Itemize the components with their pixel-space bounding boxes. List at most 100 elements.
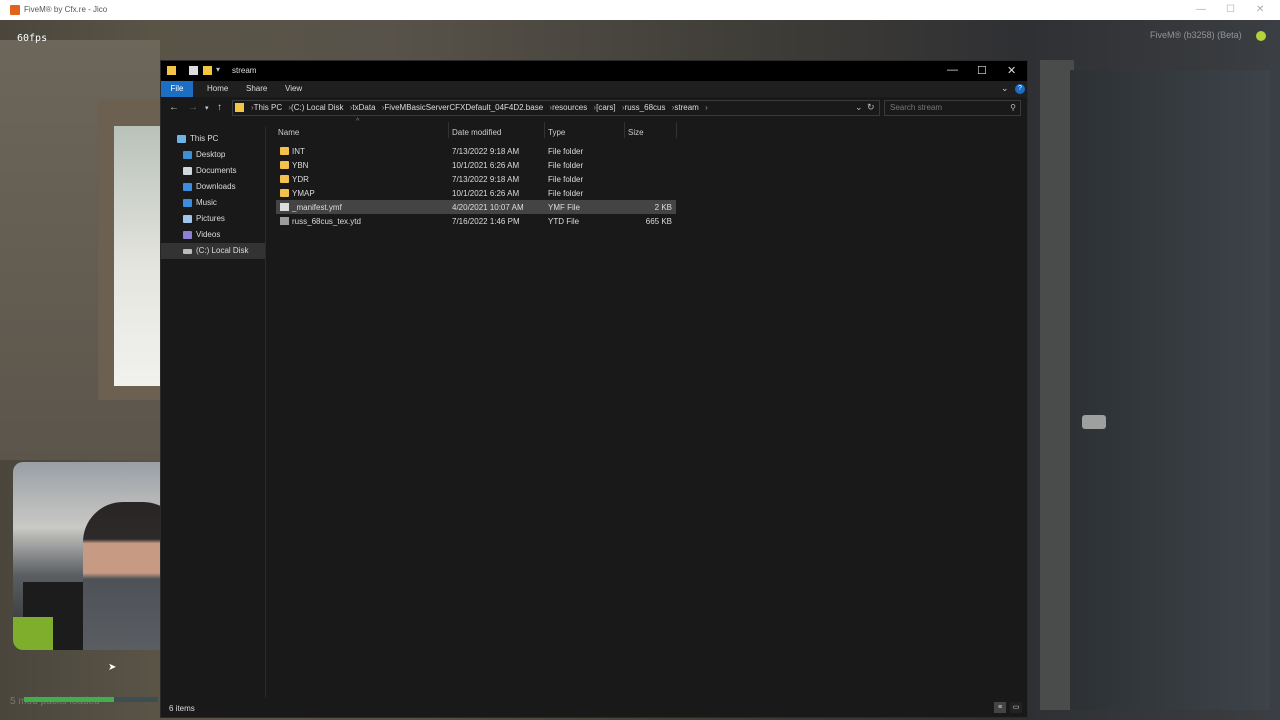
- sidebar-item-label: This PC: [190, 134, 219, 143]
- large-icons-view-button[interactable]: ▭: [1010, 702, 1022, 713]
- properties-icon[interactable]: [189, 66, 198, 75]
- expand-ribbon-chevron-icon[interactable]: ⌄: [1001, 83, 1009, 94]
- search-icon[interactable]: ⚲: [1010, 103, 1016, 112]
- folder-icon: [167, 66, 176, 75]
- tab-share[interactable]: Share: [246, 84, 267, 93]
- address-history-dropdown-icon[interactable]: ⌄: [855, 102, 863, 113]
- tab-home[interactable]: Home: [207, 84, 228, 93]
- minimize-button[interactable]: —: [947, 64, 958, 76]
- sidebar-item-videos[interactable]: Videos: [161, 227, 265, 243]
- folder-icon: [280, 189, 289, 197]
- column-header-name[interactable]: Name: [278, 128, 299, 137]
- folder-icon: [280, 161, 289, 169]
- outer-minimize-button[interactable]: —: [1196, 4, 1206, 15]
- address-row: ← → ▾ ↑ ›This PC ›(C:) Local Disk ›txDat…: [161, 98, 1027, 118]
- sidebar-item-downloads[interactable]: Downloads: [161, 179, 265, 195]
- breadcrumb-this-pc[interactable]: This PC: [254, 103, 282, 112]
- sidebar-item-this-pc[interactable]: This PC: [161, 131, 265, 147]
- status-bar: 6 items ≡ ▭: [161, 699, 1027, 717]
- texture-file-icon: [280, 217, 289, 225]
- column-header-type[interactable]: Type: [548, 128, 565, 137]
- drive-icon: [183, 249, 192, 254]
- outer-maximize-button[interactable]: ☐: [1226, 4, 1235, 15]
- column-header-size[interactable]: Size: [628, 128, 644, 137]
- file-date: 7/16/2022 1:46 PM: [452, 217, 520, 226]
- file-size: 2 KB: [654, 203, 672, 212]
- door: [1070, 70, 1270, 710]
- up-arrow-icon[interactable]: ↑: [217, 102, 222, 113]
- documents-icon: [183, 167, 192, 175]
- file-icon: [280, 203, 289, 211]
- file-row-manifest[interactable]: _manifest.ymf 4/20/2021 10:07 AM YMF Fil…: [276, 200, 676, 214]
- details-view-button[interactable]: ≡: [994, 702, 1006, 713]
- pc-icon: [177, 135, 186, 143]
- file-size: 665 KB: [645, 217, 672, 226]
- column-divider[interactable]: [624, 122, 625, 138]
- column-divider[interactable]: [676, 122, 677, 138]
- search-placeholder: Search stream: [890, 103, 943, 112]
- quick-access-dropdown-icon[interactable]: ▾: [216, 65, 220, 74]
- sidebar-item-label: (C:) Local Disk: [196, 246, 249, 255]
- refresh-icon[interactable]: ↻: [867, 102, 875, 113]
- desktop-icon: [183, 151, 192, 159]
- webcam-background-object: [13, 617, 53, 650]
- file-type: File folder: [548, 175, 584, 184]
- breadcrumb-stream[interactable]: stream: [674, 103, 698, 112]
- breadcrumb-cars[interactable]: [cars]: [596, 103, 616, 112]
- file-row-int[interactable]: INT 7/13/2022 9:18 AM File folder: [276, 144, 676, 158]
- breadcrumb-russ-68cus[interactable]: russ_68cus: [625, 103, 666, 112]
- loading-progress-fill: [24, 697, 114, 702]
- sidebar-item-documents[interactable]: Documents: [161, 163, 265, 179]
- breadcrumb-txdata[interactable]: txData: [352, 103, 375, 112]
- column-header-date[interactable]: Date modified: [452, 128, 501, 137]
- sidebar-item-label: Downloads: [196, 182, 236, 191]
- forward-arrow-icon[interactable]: →: [188, 102, 198, 113]
- address-bar[interactable]: ›This PC ›(C:) Local Disk ›txData ›FiveM…: [232, 100, 880, 116]
- close-button[interactable]: ✕: [1007, 64, 1016, 77]
- outer-close-button[interactable]: ✕: [1256, 4, 1264, 15]
- breadcrumb-server-base[interactable]: FiveMBasicServerCFXDefault_04F4D2.base: [384, 103, 543, 112]
- file-row-ydr[interactable]: YDR 7/13/2022 9:18 AM File folder: [276, 172, 676, 186]
- folder-icon: [280, 175, 289, 183]
- breadcrumb-separator: ›: [705, 103, 708, 112]
- window-title: stream: [232, 66, 257, 75]
- maximize-button[interactable]: ☐: [977, 64, 987, 77]
- sort-ascending-icon: ^: [356, 118, 360, 125]
- file-name: russ_68cus_tex.ytd: [292, 217, 361, 226]
- file-type: File folder: [548, 161, 584, 170]
- back-arrow-icon[interactable]: ←: [169, 102, 179, 113]
- sidebar-item-pictures[interactable]: Pictures: [161, 211, 265, 227]
- column-divider[interactable]: [544, 122, 545, 138]
- breadcrumb-local-disk[interactable]: (C:) Local Disk: [291, 103, 343, 112]
- fivem-title-bar: FiveM® by Cfx.re - Jico — ☐ ✕: [0, 0, 1280, 20]
- tab-file[interactable]: File: [161, 81, 193, 97]
- file-row-ymap[interactable]: YMAP 10/1/2021 6:26 AM File folder: [276, 186, 676, 200]
- explorer-title-bar: ▾ stream — ☐ ✕: [161, 61, 1027, 81]
- file-row-texture-dictionary[interactable]: russ_68cus_tex.ytd 7/16/2022 1:46 PM YTD…: [276, 214, 676, 228]
- recent-locations-dropdown-icon[interactable]: ▾: [205, 104, 209, 112]
- file-explorer-window: ▾ stream — ☐ ✕ File Home Share View ⌄ ? …: [160, 60, 1028, 718]
- fivem-build-label: FiveM® (b3258) (Beta): [1150, 30, 1242, 40]
- help-icon[interactable]: ?: [1015, 84, 1025, 94]
- file-name: _manifest.ymf: [292, 203, 342, 212]
- sidebar-item-label: Videos: [196, 230, 221, 239]
- file-row-ybn[interactable]: YBN 10/1/2021 6:26 AM File folder: [276, 158, 676, 172]
- fivem-logo-icon: [10, 5, 20, 15]
- sidebar-item-label: Documents: [196, 166, 237, 175]
- column-divider[interactable]: [448, 122, 449, 138]
- sidebar-item-local-disk[interactable]: (C:) Local Disk: [161, 243, 265, 259]
- breadcrumb-resources[interactable]: resources: [552, 103, 587, 112]
- file-type: File folder: [548, 189, 584, 198]
- tab-view[interactable]: View: [285, 84, 302, 93]
- file-name: YBN: [292, 161, 309, 170]
- window-glass: [114, 126, 160, 386]
- address-folder-icon: [235, 103, 244, 112]
- loading-progress-bar: [24, 697, 158, 702]
- sidebar-item-desktop[interactable]: Desktop: [161, 147, 265, 163]
- file-name: YMAP: [292, 189, 315, 198]
- new-folder-icon[interactable]: [203, 66, 212, 75]
- sidebar-item-music[interactable]: Music: [161, 195, 265, 211]
- file-date: 7/13/2022 9:18 AM: [452, 147, 520, 156]
- search-box[interactable]: Search stream ⚲: [884, 100, 1021, 116]
- pictures-icon: [183, 215, 192, 223]
